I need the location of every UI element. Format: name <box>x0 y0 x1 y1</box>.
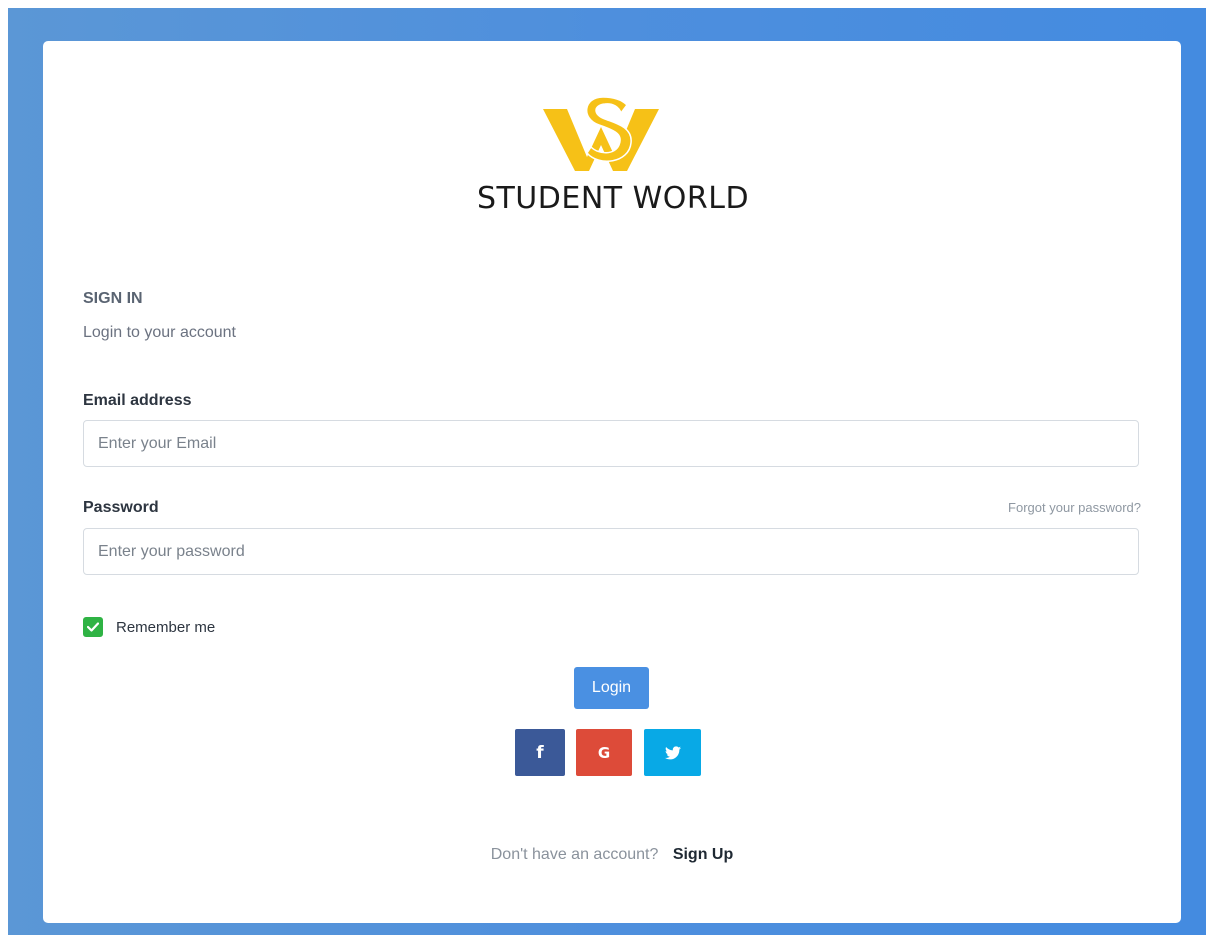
remember-label: Remember me <box>116 618 216 636</box>
signup-prompt-text: Don't have an account? <box>490 846 659 863</box>
signin-subtitle: Login to your account <box>83 324 236 341</box>
forgot-password-link[interactable]: Forgot your password? <box>1008 500 1141 515</box>
facebook-login-button[interactable]: f <box>515 729 565 776</box>
signup-link[interactable]: Sign Up <box>673 846 733 863</box>
remember-checkbox[interactable] <box>83 617 103 637</box>
google-login-button[interactable]: G <box>576 729 632 776</box>
facebook-icon: f <box>536 742 544 763</box>
email-field[interactable] <box>83 420 1139 467</box>
login-button[interactable]: Login <box>574 667 649 709</box>
twitter-login-button[interactable] <box>644 729 701 776</box>
signin-title: SIGN IN <box>83 290 143 307</box>
signup-prompt: Don't have an account? Sign Up <box>43 846 1181 864</box>
password-field[interactable] <box>83 528 1139 575</box>
sw-monogram-icon <box>543 96 659 171</box>
email-label: Email address <box>83 392 192 409</box>
google-icon: G <box>597 743 611 762</box>
remember-me-option[interactable]: Remember me <box>83 617 215 637</box>
brand-logo: STUDENT WORLD <box>453 91 773 221</box>
checkmark-icon <box>87 622 99 632</box>
brand-name: STUDENT WORLD <box>476 181 750 216</box>
login-card: STUDENT WORLD SIGN IN Login to your acco… <box>43 41 1181 923</box>
twitter-icon <box>664 745 681 759</box>
password-label: Password <box>83 499 159 516</box>
